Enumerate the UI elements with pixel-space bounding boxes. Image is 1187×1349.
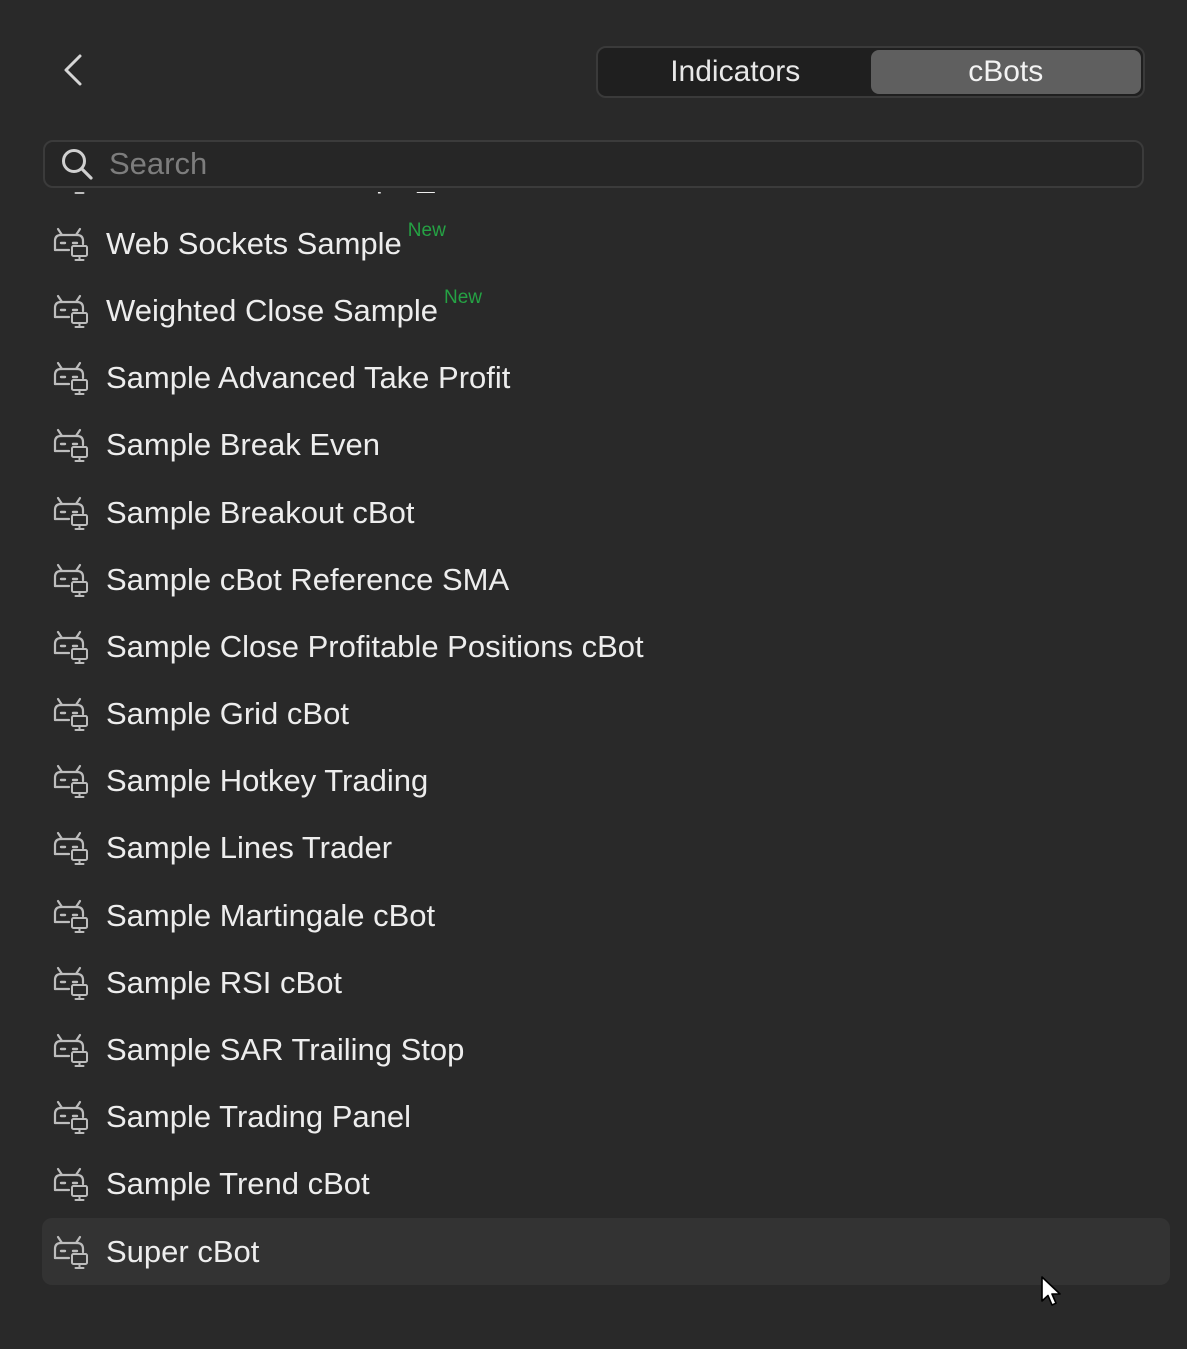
list-item-label: Web Sockets Example_withSourceCode	[106, 192, 662, 195]
list-item-label: Super cBot	[106, 1233, 260, 1269]
robot-icon	[51, 828, 91, 868]
search-input[interactable]	[109, 146, 1142, 182]
list-item[interactable]: Sample Trading Panel	[42, 1084, 1170, 1151]
robot-icon	[51, 560, 91, 600]
list-item[interactable]: Sample RSI cBot	[42, 949, 1170, 1016]
search-bar	[43, 140, 1144, 188]
list-item-label: Sample Breakout cBot	[106, 494, 415, 530]
search-icon	[59, 146, 95, 182]
list-item-label: Web Sockets Sample	[106, 225, 402, 261]
new-badge: New	[407, 220, 446, 242]
list-item[interactable]: Web Sockets Example_withSourceCode	[42, 192, 1170, 210]
back-button[interactable]	[52, 50, 94, 94]
list-item-label: Sample Break Even	[106, 427, 380, 463]
segmented-control: Indicators cBots	[596, 46, 1145, 98]
robot-icon	[51, 1164, 91, 1204]
tab-cbots[interactable]: cBots	[870, 50, 1141, 94]
list-item-label: Sample Martingale cBot	[106, 897, 436, 933]
cbot-list: Web Sockets Example_withSourceCode Web S…	[0, 192, 1187, 1349]
robot-icon	[51, 1097, 91, 1137]
robot-icon	[51, 694, 91, 734]
list-item-label: Sample cBot Reference SMA	[106, 561, 510, 597]
list-item-label: Sample RSI cBot	[106, 964, 343, 1000]
robot-icon	[51, 425, 91, 465]
list-item[interactable]: Sample SAR Trailing Stop	[42, 1016, 1170, 1083]
mouse-cursor-icon	[1041, 1276, 1061, 1306]
list-item[interactable]: Sample cBot Reference SMA	[42, 546, 1170, 613]
list-item[interactable]: Web Sockets Sample New	[42, 210, 1170, 277]
list-item-label: Sample Lines Trader	[106, 830, 393, 866]
list-item[interactable]: Super cBot	[42, 1218, 1170, 1286]
robot-icon	[51, 1232, 91, 1272]
list-item-label: Sample Close Profitable Positions cBot	[106, 628, 644, 664]
list-item[interactable]: Sample Break Even	[42, 412, 1170, 479]
new-badge: New	[444, 287, 483, 309]
list-item-label: Sample Grid cBot	[106, 696, 349, 732]
list-item[interactable]: Sample Close Profitable Positions cBot	[42, 613, 1170, 680]
list-item[interactable]: Sample Grid cBot	[42, 681, 1170, 748]
robot-icon	[51, 963, 91, 1003]
robot-icon	[51, 493, 91, 533]
list-item-label: Sample Trend cBot	[106, 1166, 370, 1202]
chevron-left-icon	[62, 53, 84, 92]
robot-icon	[51, 358, 91, 398]
robot-icon	[51, 224, 91, 264]
list-item-label: Sample Advanced Take Profit	[106, 360, 511, 396]
robot-icon	[51, 761, 91, 801]
list-item[interactable]: Sample Advanced Take Profit	[42, 345, 1170, 412]
robot-icon	[51, 291, 91, 331]
list-item-label: Sample SAR Trailing Stop	[106, 1032, 465, 1068]
list-item-label: Sample Hotkey Trading	[106, 763, 429, 799]
list-item[interactable]: Weighted Close Sample New	[42, 277, 1170, 344]
list-item[interactable]: Sample Breakout cBot	[42, 479, 1170, 546]
list-item[interactable]: Sample Trend cBot	[42, 1151, 1170, 1218]
list-item[interactable]: Sample Hotkey Trading	[42, 748, 1170, 815]
tab-indicators[interactable]: Indicators	[600, 50, 871, 94]
list-item[interactable]: Sample Lines Trader	[42, 815, 1170, 882]
list-item[interactable]: Sample Martingale cBot	[42, 882, 1170, 949]
robot-icon	[51, 896, 91, 936]
robot-icon	[51, 1030, 91, 1070]
robot-icon	[51, 192, 91, 197]
list-item-label: Sample Trading Panel	[106, 1099, 412, 1135]
list-item-label: Weighted Close Sample	[106, 292, 438, 328]
robot-icon	[51, 627, 91, 667]
